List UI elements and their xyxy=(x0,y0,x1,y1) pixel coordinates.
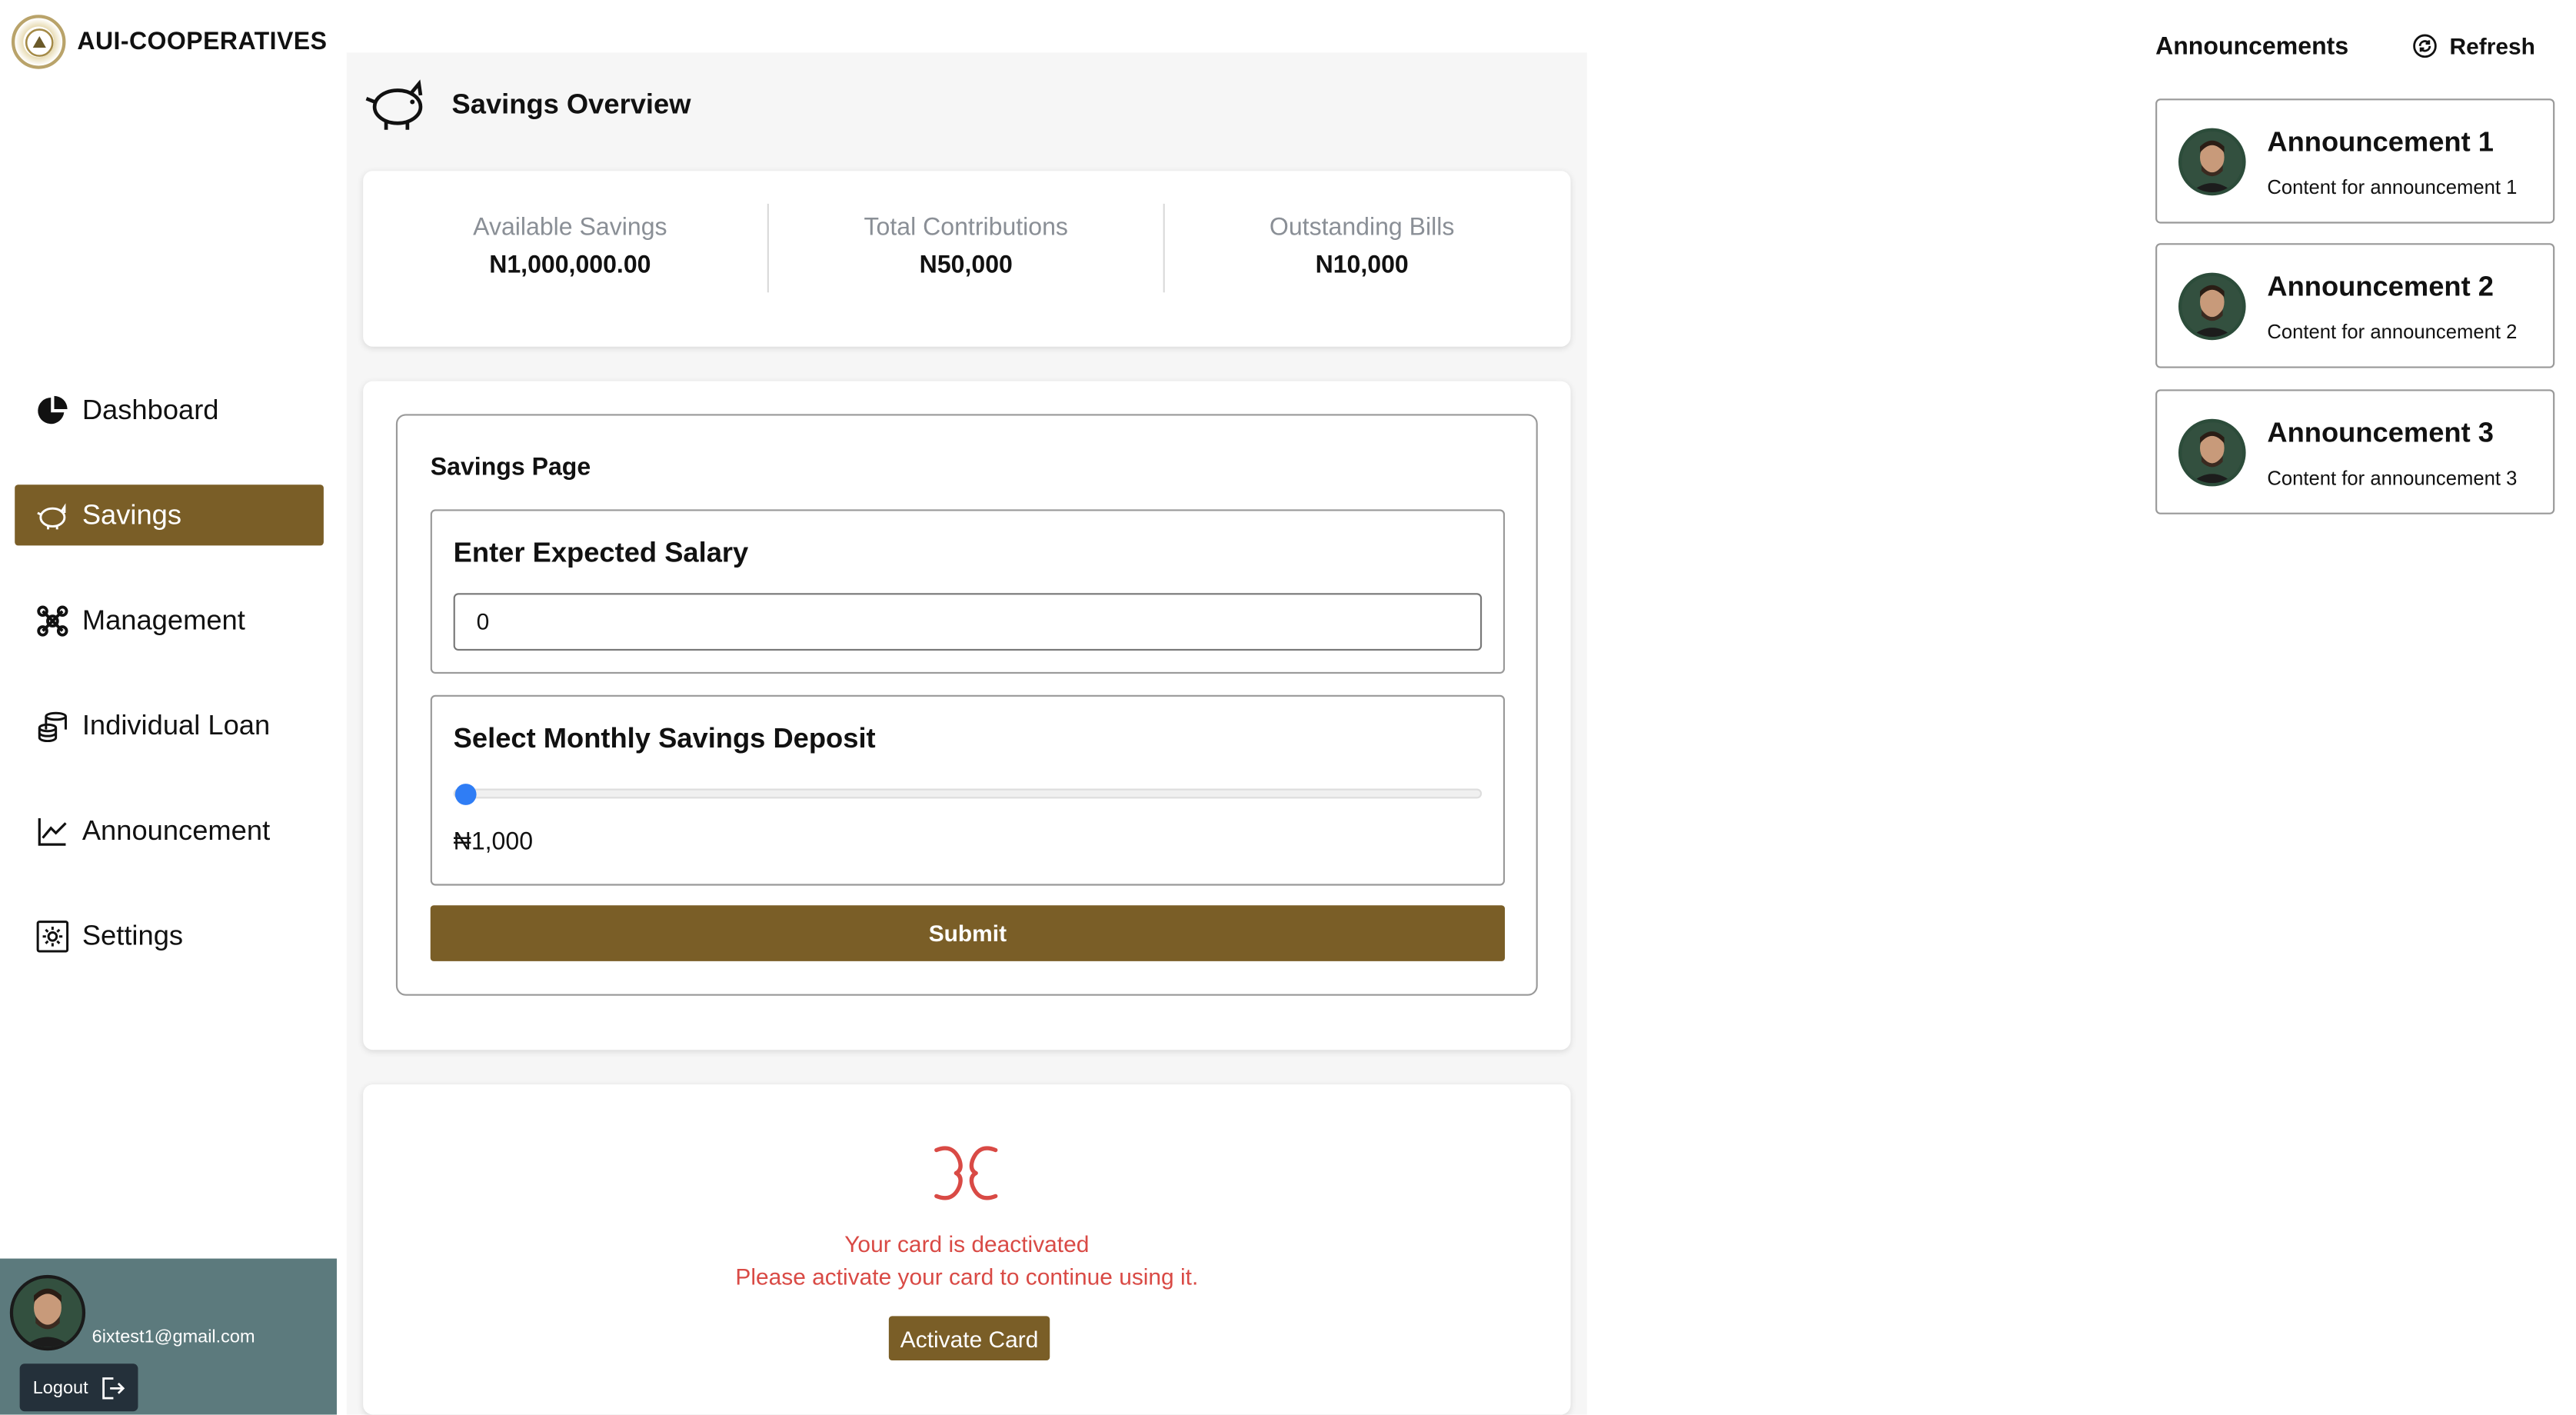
refresh-label: Refresh xyxy=(2449,32,2535,59)
user-email: 6ixtest1@gmail.com xyxy=(92,1327,255,1347)
stat-label: Available Savings xyxy=(473,213,667,242)
sidebar-item-savings[interactable]: Savings xyxy=(15,484,324,546)
announcement-content: Content for announcement 1 xyxy=(2267,175,2518,199)
deposit-label: Select Monthly Savings Deposit xyxy=(453,723,876,754)
logo-icon xyxy=(11,15,66,69)
activate-card-button[interactable]: Activate Card xyxy=(888,1316,1050,1361)
announcement-title: Announcement 1 xyxy=(2267,126,2494,158)
savings-form-card: Savings Page Enter Expected Salary 0 Sel… xyxy=(363,381,1571,1050)
sidebar-item-management[interactable]: Management xyxy=(15,590,324,651)
sidebar-nav: Dashboard Savings Management Individual … xyxy=(15,380,324,1010)
management-icon xyxy=(37,604,68,636)
line-chart-icon xyxy=(38,817,67,845)
avatar xyxy=(2178,418,2246,487)
logout-icon xyxy=(102,1377,125,1399)
deposit-slider[interactable] xyxy=(453,784,1483,805)
user-panel: 6ixtest1@gmail.com Logout xyxy=(0,1258,337,1415)
refresh-button[interactable]: Refresh xyxy=(2411,33,2535,59)
card-warning-line1: Your card is deactivated xyxy=(844,1230,1090,1257)
sidebar-item-label: Savings xyxy=(82,498,182,531)
sidebar-item-label: Settings xyxy=(82,919,184,951)
stat-label: Outstanding Bills xyxy=(1269,213,1455,242)
refresh-icon xyxy=(2413,34,2437,58)
stat-value: N50,000 xyxy=(919,251,1013,280)
sidebar-item-announcement[interactable]: Announcement xyxy=(15,800,324,861)
main-content: Savings Overview Available Savings N1,00… xyxy=(346,52,1587,1415)
stat-label: Total Contributions xyxy=(864,213,1068,242)
announcement-title: Announcement 2 xyxy=(2267,271,2494,303)
gear-icon xyxy=(36,920,69,952)
piggy-bank-icon xyxy=(37,502,66,529)
sidebar-item-individual-loan[interactable]: Individual Loan xyxy=(15,695,324,756)
announcement-content: Content for announcement 3 xyxy=(2267,466,2518,490)
stat-value: N10,000 xyxy=(1315,251,1409,280)
sidebar-item-label: Announcement xyxy=(82,814,271,846)
sidebar-item-label: Management xyxy=(82,604,245,635)
announcements-heading: Announcements xyxy=(2155,32,2349,62)
logout-button[interactable]: Logout xyxy=(19,1363,138,1412)
deposit-field: Select Monthly Savings Deposit ₦1,000 xyxy=(430,694,1506,886)
salary-label: Enter Expected Salary xyxy=(453,537,749,569)
savings-form: Savings Page Enter Expected Salary 0 Sel… xyxy=(395,414,1538,996)
brand-name: AUI-COOPERATIVES xyxy=(77,28,328,56)
announcement-card[interactable]: Announcement 1 Content for announcement … xyxy=(2155,98,2555,224)
sidebar-item-label: Individual Loan xyxy=(82,708,271,741)
salary-input[interactable]: 0 xyxy=(453,593,1483,651)
broken-link-icon xyxy=(934,1146,998,1200)
salary-field: Enter Expected Salary 0 xyxy=(430,509,1506,674)
form-title: Savings Page xyxy=(430,453,591,481)
page-header: Savings Overview xyxy=(363,77,691,133)
announcement-title: Announcement 3 xyxy=(2267,417,2494,449)
stat-available-savings: Available Savings N1,000,000.00 xyxy=(373,214,767,279)
deposit-value: ₦1,000 xyxy=(453,827,534,857)
card-warning-line2: Please activate your card to continue us… xyxy=(735,1263,1199,1290)
announcement-content: Content for announcement 2 xyxy=(2267,320,2518,344)
piggy-bank-icon xyxy=(365,79,423,130)
sidebar-item-label: Dashboard xyxy=(82,393,219,425)
slider-thumb[interactable] xyxy=(454,784,477,805)
stat-value: N1,000,000.00 xyxy=(489,251,651,280)
brand[interactable]: AUI-COOPERATIVES xyxy=(11,15,328,69)
avatar xyxy=(2178,272,2246,341)
sidebar-item-dashboard[interactable]: Dashboard xyxy=(15,380,324,441)
page-title: Savings Overview xyxy=(451,88,691,120)
coins-stack-icon xyxy=(38,711,67,741)
stat-total-contributions: Total Contributions N50,000 xyxy=(769,214,1163,279)
submit-button[interactable]: Submit xyxy=(430,905,1506,961)
pie-chart-icon xyxy=(38,395,68,424)
avatar xyxy=(2178,128,2246,196)
stat-outstanding-bills: Outstanding Bills N10,000 xyxy=(1165,214,1559,279)
card-status-panel: Your card is deactivated Please activate… xyxy=(363,1084,1571,1415)
announcement-card[interactable]: Announcement 2 Content for announcement … xyxy=(2155,243,2555,368)
savings-stats: Available Savings N1,000,000.00 Total Co… xyxy=(363,171,1571,347)
sidebar: AUI-COOPERATIVES Dashboard Savings Manag… xyxy=(0,0,337,1415)
avatar[interactable] xyxy=(9,1274,86,1351)
logout-label: Logout xyxy=(32,1377,88,1398)
announcement-card[interactable]: Announcement 3 Content for announcement … xyxy=(2155,389,2555,514)
sidebar-item-settings[interactable]: Settings xyxy=(15,905,324,966)
